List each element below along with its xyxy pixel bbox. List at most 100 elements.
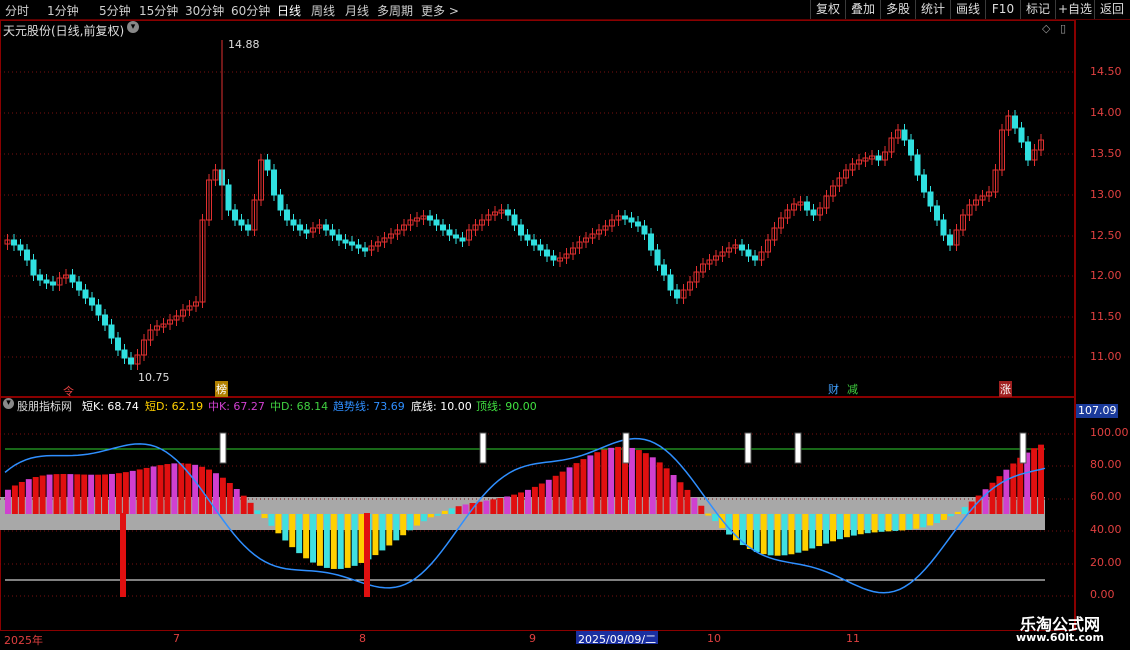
indicator-bar xyxy=(310,514,316,563)
tab-weekly[interactable]: 周线 xyxy=(311,2,335,19)
candle-body xyxy=(43,279,50,284)
indicator-bar xyxy=(566,467,573,514)
indicator-bar xyxy=(407,514,414,531)
draw-line-button[interactable]: 画线 xyxy=(950,0,985,19)
indicator-bar xyxy=(434,513,441,516)
candle-body xyxy=(921,174,927,193)
candle-body xyxy=(1018,127,1025,143)
event-marker-cai[interactable]: 财 xyxy=(828,381,839,397)
event-marker-jian[interactable]: 减 xyxy=(847,381,858,397)
add-watchlist-button[interactable]: +自选 xyxy=(1055,0,1094,19)
indicator-bar xyxy=(247,502,254,514)
indicator-bar xyxy=(601,449,608,514)
candle-body xyxy=(674,289,680,299)
watermark-url: www.60lt.com xyxy=(1015,631,1104,644)
fuquan-button[interactable]: 复权 xyxy=(810,0,845,19)
candle-body xyxy=(95,304,102,316)
indicator-bar xyxy=(150,466,157,514)
candle-body xyxy=(115,337,121,351)
tab-30min[interactable]: 30分钟 xyxy=(185,2,224,19)
indicator-bar xyxy=(767,514,774,556)
indicator-bar xyxy=(934,514,940,523)
tab-1min[interactable]: 1分钟 xyxy=(47,2,79,19)
indicator-bar xyxy=(102,474,108,514)
tab-multi-period[interactable]: 多周期 xyxy=(377,2,413,19)
indicator-bar xyxy=(226,483,233,514)
indicator-bar xyxy=(18,481,25,514)
signal-marker xyxy=(1019,432,1027,464)
candle-body xyxy=(752,255,758,261)
indicator-bar xyxy=(1038,444,1044,514)
statistics-button[interactable]: 统计 xyxy=(915,0,950,19)
indicator-bar xyxy=(67,474,74,514)
indicator-bar xyxy=(109,473,115,514)
event-marker-zhang[interactable]: 涨 xyxy=(999,381,1012,397)
candle-body xyxy=(349,241,355,246)
event-marker-bang[interactable]: 榜 xyxy=(215,381,228,397)
indicator-bar xyxy=(427,514,434,518)
indicator-bar xyxy=(705,513,712,516)
candle-body xyxy=(661,264,667,276)
candle-body xyxy=(453,234,459,239)
price-tick: 14.00 xyxy=(1090,106,1122,119)
price-tick: 12.00 xyxy=(1090,269,1122,282)
f10-button[interactable]: F10 xyxy=(985,0,1020,19)
indicator-bar xyxy=(351,514,358,566)
candle-body xyxy=(739,244,745,251)
candle-body xyxy=(128,357,134,365)
price-tick: 11.00 xyxy=(1090,350,1122,363)
indicator-bar xyxy=(837,514,843,540)
candle-body xyxy=(245,224,251,231)
indicator-bar xyxy=(525,489,531,514)
multi-stock-button[interactable]: 多股 xyxy=(880,0,915,19)
indicator-bar xyxy=(337,514,344,569)
indicator-bar xyxy=(206,469,212,514)
mark-button[interactable]: 标记 xyxy=(1020,0,1055,19)
indicator-bar xyxy=(656,462,663,514)
indicator-bar xyxy=(303,514,310,559)
indicator-bar xyxy=(864,514,871,534)
signal-marker xyxy=(622,432,630,464)
indicator-bar xyxy=(1017,457,1024,514)
time-tick: 8 xyxy=(359,632,366,645)
indicator-bar xyxy=(379,514,386,551)
indicator-bar xyxy=(649,457,656,514)
indicator-bar xyxy=(32,477,39,514)
candle-body xyxy=(225,184,232,211)
indicator-bar xyxy=(906,514,913,530)
overlay-button[interactable]: 叠加 xyxy=(845,0,880,19)
price-tick: 12.50 xyxy=(1090,229,1122,242)
indicator-bar xyxy=(81,474,88,514)
indicator-bar xyxy=(254,510,261,514)
top-toolbar: 分时 1分钟 5分钟 15分钟 30分钟 60分钟 日线 周线 月线 多周期 更… xyxy=(0,0,1130,20)
candle-body xyxy=(459,237,466,242)
indicator-bar xyxy=(455,506,462,514)
indicator-bar xyxy=(531,486,538,514)
indicator-bar xyxy=(344,514,351,568)
indicator-bar xyxy=(843,514,850,538)
tab-more[interactable]: 更多 > xyxy=(421,2,459,19)
tab-5min[interactable]: 5分钟 xyxy=(99,2,131,19)
tab-monthly[interactable]: 月线 xyxy=(345,2,369,19)
signal-marker xyxy=(794,432,802,464)
candle-body xyxy=(901,129,908,141)
indicator-tick: 100.00 xyxy=(1090,426,1129,439)
candle-body xyxy=(524,234,531,241)
time-tick: 10 xyxy=(707,632,721,645)
tab-daily[interactable]: 日线 xyxy=(277,2,301,19)
indicator-bar xyxy=(788,514,795,555)
candle-body xyxy=(323,224,329,231)
tab-fenshi[interactable]: 分时 xyxy=(5,2,29,19)
tab-60min[interactable]: 60分钟 xyxy=(231,2,270,19)
price-tick: 13.00 xyxy=(1090,188,1122,201)
low-price-label: 10.75 xyxy=(138,371,170,384)
candle-body xyxy=(648,233,654,251)
candle-body xyxy=(37,274,43,281)
indicator-bar xyxy=(518,492,524,514)
candle-body xyxy=(121,349,128,359)
candle-body xyxy=(914,154,921,176)
indicator-bar xyxy=(240,495,247,514)
time-tick: 9 xyxy=(529,632,536,645)
tab-15min[interactable]: 15分钟 xyxy=(139,2,178,19)
back-button[interactable]: 返回 xyxy=(1094,0,1129,19)
